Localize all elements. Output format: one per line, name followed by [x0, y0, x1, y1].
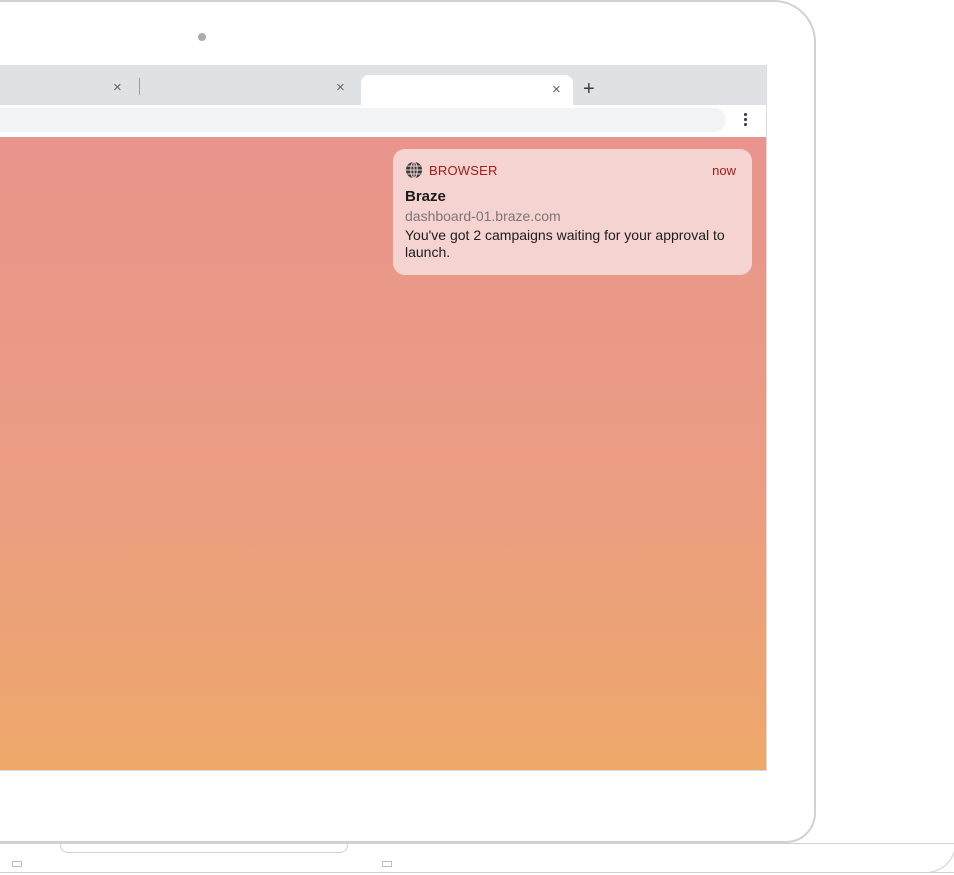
laptop-foot [12, 861, 22, 867]
push-notification[interactable]: BROWSER now Braze dashboard-01.braze.com… [393, 149, 752, 275]
globe-icon [405, 161, 423, 179]
notification-title: Braze [405, 188, 446, 205]
new-tab-button[interactable]: + [583, 79, 595, 99]
browser-toolbar [0, 105, 766, 136]
tab-close-icon[interactable]: × [552, 82, 561, 97]
tab-close-icon[interactable]: × [336, 80, 345, 95]
notification-app-name: BROWSER [429, 163, 498, 178]
tab-strip: × × × + [0, 65, 766, 105]
laptop-scene: × × × + BROWSER now Braze dashboard-01.b… [0, 0, 954, 875]
laptop-base-edge [806, 843, 954, 873]
notification-time: now [712, 163, 736, 178]
address-bar[interactable] [0, 108, 726, 132]
webcam-icon [198, 33, 206, 41]
kebab-menu-icon[interactable] [739, 111, 751, 129]
laptop-hinge-groove [60, 843, 348, 853]
notification-domain: dashboard-01.braze.com [405, 208, 561, 224]
tab-3-active[interactable]: × [361, 75, 573, 105]
tab-2[interactable]: × [140, 75, 360, 105]
notification-header: BROWSER now [405, 161, 738, 181]
notification-body: You've got 2 campaigns waiting for your … [405, 227, 725, 260]
tab-1[interactable]: × [0, 75, 138, 105]
laptop-foot [382, 861, 392, 867]
tab-close-icon[interactable]: × [113, 80, 122, 95]
